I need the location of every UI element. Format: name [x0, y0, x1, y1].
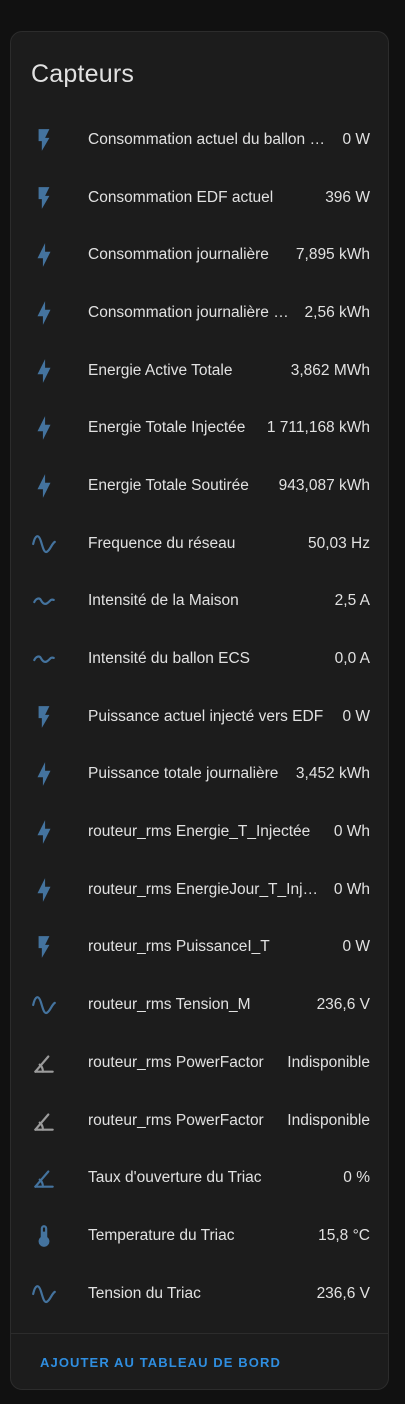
sine-wave-icon — [31, 1281, 57, 1307]
current-ac-icon — [31, 588, 57, 614]
sine-wave-icon — [31, 992, 57, 1018]
sensor-name: Tension du Triac — [88, 1284, 201, 1302]
sensor-value: 236,6 V — [316, 996, 370, 1014]
sensor-name: routeur_rms PowerFactor — [88, 1053, 264, 1071]
sensor-value: 3,862 MWh — [290, 361, 370, 379]
sensor-value: 0 W — [342, 938, 370, 956]
lightning-icon — [31, 761, 57, 787]
sensor-name: routeur_rms Energie_T_Injectée — [88, 823, 311, 841]
add-to-dashboard-button[interactable]: AJOUTER AU TABLEAU DE BORD — [40, 1355, 281, 1370]
flash-icon — [31, 127, 57, 153]
sensor-value: Indisponible — [287, 1053, 370, 1071]
sensor-row[interactable]: Puissance actuel injecté vers EDF 0 W — [11, 688, 388, 746]
sensor-row[interactable]: Consommation journalière ECS 2,56 kWh — [11, 284, 388, 342]
sensor-row[interactable]: Intensité de la Maison 2,5 A — [11, 573, 388, 631]
sensor-name: routeur_rms EnergieJour_T_Injectée — [88, 880, 326, 898]
sensor-name: Energie Totale Injectée — [88, 419, 246, 437]
sensor-value: 0 % — [343, 1169, 370, 1187]
sensor-row[interactable]: Consommation EDF actuel 396 W — [11, 169, 388, 227]
sensor-value: 0 Wh — [333, 880, 370, 898]
sensor-row[interactable]: Intensité du ballon ECS 0,0 A — [11, 630, 388, 688]
sensor-value: Indisponible — [287, 1111, 370, 1129]
sensor-row[interactable]: Taux d'ouverture du Triac 0 % — [11, 1149, 388, 1207]
sensor-row[interactable]: routeur_rms EnergieJour_T_Injectée 0 Wh — [11, 861, 388, 919]
sensor-name: Taux d'ouverture du Triac — [88, 1169, 262, 1187]
lightning-icon — [31, 877, 57, 903]
angle-gray-icon — [31, 1108, 57, 1134]
sensor-row[interactable]: routeur_rms Energie_T_Injectée 0 Wh — [11, 803, 388, 861]
sensor-name: Frequence du réseau — [88, 534, 236, 552]
current-ac-icon — [31, 646, 57, 672]
sensor-row[interactable]: Puissance totale journalière 3,452 kWh — [11, 746, 388, 804]
lightning-icon — [31, 358, 57, 384]
sensor-name: Consommation journalière — [88, 246, 269, 264]
sensor-value: 15,8 °C — [318, 1226, 370, 1244]
sensor-value: 0,0 A — [334, 650, 370, 668]
sensor-row[interactable]: Frequence du réseau 50,03 Hz — [11, 515, 388, 573]
sensors-card: Capteurs Consommation actuel du ballon E… — [10, 31, 389, 1390]
sensor-value: 3,452 kWh — [295, 765, 370, 783]
sensor-row[interactable]: Consommation actuel du ballon ECS 0 W — [11, 111, 388, 169]
angle-icon — [31, 1165, 57, 1191]
sensor-row[interactable]: Temperature du Triac 15,8 °C — [11, 1207, 388, 1265]
sensor-value: 236,6 V — [316, 1284, 370, 1302]
sensor-row[interactable]: Energie Active Totale 3,862 MWh — [11, 342, 388, 400]
sensor-row[interactable]: Consommation journalière 7,895 kWh — [11, 226, 388, 284]
sensor-value: 0 Wh — [333, 823, 370, 841]
sensor-name: Consommation EDF actuel — [88, 188, 274, 206]
sensor-name: Energie Active Totale — [88, 361, 233, 379]
card-divider — [11, 1333, 388, 1334]
sensor-row[interactable]: routeur_rms PuissanceI_T 0 W — [11, 919, 388, 977]
sensor-value: 2,56 kWh — [304, 303, 370, 321]
sensor-row[interactable]: routeur_rms PowerFactor Indisponible — [11, 1034, 388, 1092]
card-title: Capteurs — [31, 60, 135, 88]
sensor-value: 396 W — [325, 188, 370, 206]
sensor-value: 943,087 kWh — [278, 476, 370, 494]
sensor-row[interactable]: Energie Totale Injectée 1 711,168 kWh — [11, 399, 388, 457]
sensor-row[interactable]: routeur_rms PowerFactor Indisponible — [11, 1092, 388, 1150]
sensor-name: Consommation journalière ECS — [88, 303, 297, 321]
sensor-value: 1 711,168 kWh — [266, 419, 370, 437]
sensor-name: Intensité du ballon ECS — [88, 650, 250, 668]
sensor-name: routeur_rms PowerFactor — [88, 1111, 264, 1129]
sensor-name: Puissance actuel injecté vers EDF — [88, 707, 324, 725]
flash-icon — [31, 185, 57, 211]
sensor-row[interactable]: routeur_rms Tension_M 236,6 V — [11, 976, 388, 1034]
lightning-icon — [31, 242, 57, 268]
sensor-value: 7,895 kWh — [295, 246, 370, 264]
lightning-icon — [31, 473, 57, 499]
sensor-value: 2,5 A — [334, 592, 370, 610]
sensor-row[interactable]: Tension du Triac 236,6 V — [11, 1265, 388, 1323]
sensor-name: Intensité de la Maison — [88, 592, 239, 610]
thermometer-icon — [31, 1223, 57, 1249]
sensor-name: Consommation actuel du ballon ECS — [88, 130, 335, 148]
lightning-icon — [31, 415, 57, 441]
sensor-name: routeur_rms Tension_M — [88, 996, 251, 1014]
sensor-name: Puissance totale journalière — [88, 765, 279, 783]
sensor-value: 50,03 Hz — [307, 534, 370, 552]
sensor-row[interactable]: Energie Totale Soutirée 943,087 kWh — [11, 457, 388, 515]
flash-icon — [31, 704, 57, 730]
sensor-list: Consommation actuel du ballon ECS 0 W Cons… — [11, 111, 388, 1322]
lightning-icon — [31, 300, 57, 326]
sensor-value: 0 W — [342, 707, 370, 725]
sensor-name: Temperature du Triac — [88, 1226, 235, 1244]
sensor-name: routeur_rms PuissanceI_T — [88, 938, 270, 956]
sine-wave-icon — [31, 531, 57, 557]
flash-icon — [31, 934, 57, 960]
sensor-name: Energie Totale Soutirée — [88, 476, 249, 494]
angle-gray-icon — [31, 1050, 57, 1076]
lightning-icon — [31, 819, 57, 845]
sensor-value: 0 W — [342, 130, 370, 148]
